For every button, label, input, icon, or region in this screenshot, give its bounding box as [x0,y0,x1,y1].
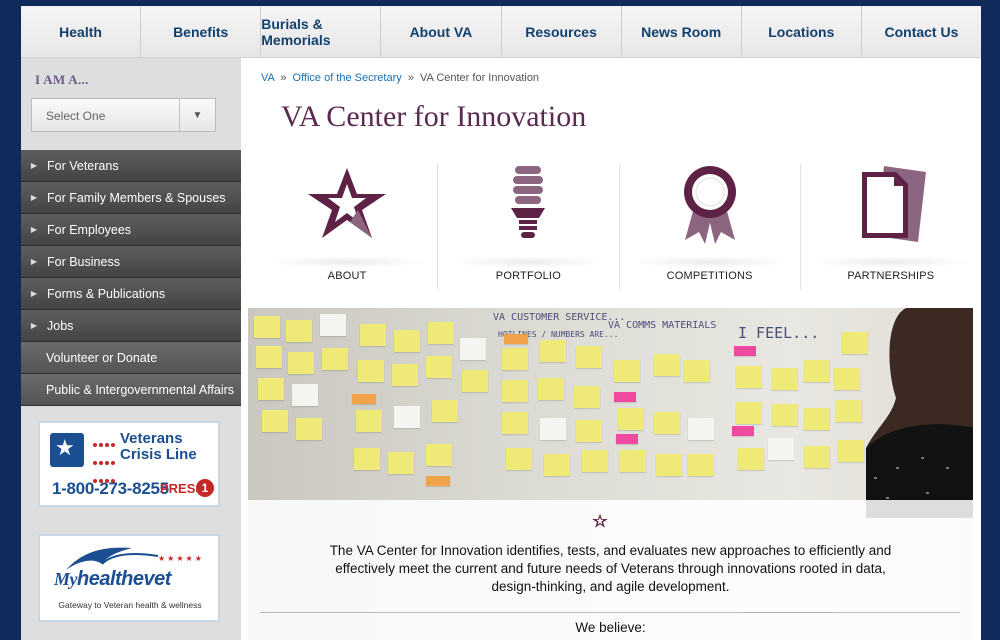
nav-resources[interactable]: Resources [502,6,622,57]
breadcrumb-office-secretary[interactable]: Office of the Secretary [293,72,402,84]
nav-burials-memorials[interactable]: Burials & Memorials [261,6,382,57]
star-icon [308,168,387,238]
sidebar: I AM A... Select One ▼ ▶ For Veterans ▶ … [21,58,241,640]
sidebar-item-label: For Family Members & Spouses [47,190,226,205]
hero-image: VA CUSTOMER SERVICE... VA COMMS MATERIAL… [248,308,973,640]
sidebar-item-family-members[interactable]: ▶ For Family Members & Spouses [21,182,241,214]
tile-label: PORTFOLIO [495,270,561,282]
page-title: VA Center for Innovation [281,100,587,133]
sidebar-item-label: For Business [47,254,120,269]
breadcrumb: VA » Office of the Secretary » VA Center… [261,72,539,84]
top-navigation: Health Benefits Burials & Memorials Abou… [21,6,981,58]
sidebar-item-label: For Veterans [47,158,119,173]
dropdown-arrow-icon[interactable]: ▼ [179,99,215,131]
mission-statement: The VA Center for Innovation identifies,… [329,543,892,594]
tile-competitions[interactable]: COMPETITIONS [620,164,801,290]
main-content: VA » Office of the Secretary » VA Center… [241,58,981,640]
crisis-line-flag-icon: ★ [50,433,84,467]
sidebar-item-label: Public & Intergovernmental Affairs [46,382,235,397]
breadcrumb-va[interactable]: VA [261,72,274,84]
select-value: Select One [46,109,106,123]
sidebar-item-volunteer-donate[interactable]: Volunteer or Donate [21,342,241,374]
crisis-line-press-number: 1 [196,479,214,497]
sidebar-item-label: Forms & Publications [47,286,166,301]
caret-right-icon: ▶ [30,225,38,234]
page: Health Benefits Burials & Memorials Abou… [21,6,981,640]
ribbon-award-icon [683,166,736,244]
nav-health[interactable]: Health [21,6,142,57]
small-star-icon [592,513,608,528]
myhealthevet-tagline: Gateway to Veteran health & wellness [58,600,202,610]
audience-select[interactable]: Select One ▼ [31,98,216,132]
veterans-crisis-line-banner[interactable]: ★ Veterans Crisis Line 1-800-273-8255 PR… [38,421,220,507]
breadcrumb-current: VA Center for Innovation [420,72,540,84]
sidebar-item-public-affairs[interactable]: Public & Intergovernmental Affairs [21,374,241,406]
mission-caption: The VA Center for Innovation identifies,… [248,500,973,640]
caret-right-icon: ▶ [30,289,38,298]
sidebar-item-jobs[interactable]: ▶ Jobs [21,310,241,342]
board-text: VA COMMS MATERIALS [608,320,717,331]
breadcrumb-separator: » [407,72,414,84]
nav-about-va[interactable]: About VA [381,6,502,57]
myhealthevet-logo: Myhealthevet [54,568,171,590]
crisis-line-title: Veterans Crisis Line [120,430,197,463]
stars-icon: ★★★★★ [158,554,204,563]
sidebar-item-for-employees[interactable]: ▶ For Employees [21,214,241,246]
tile-shadow [629,256,790,268]
sidebar-item-label: Volunteer or Donate [46,350,158,365]
tile-label: ABOUT [327,270,367,282]
lightbulb-icon [511,166,546,238]
nav-benefits[interactable]: Benefits [141,6,262,57]
i-am-a-label: I AM A... [35,72,89,87]
sidebar-menu: ▶ For Veterans ▶ For Family Members & Sp… [21,150,241,406]
board-text: I FEEL... [738,324,820,342]
caret-right-icon: ▶ [30,321,38,330]
we-believe-heading: We believe: [575,620,646,635]
tile-label: PARTNERSHIPS [847,270,935,282]
nav-locations[interactable]: Locations [742,6,862,57]
tile-shadow [448,256,609,268]
caret-right-icon: ▶ [30,161,38,170]
sidebar-item-label: Jobs [47,318,74,333]
tile-about[interactable]: ABOUT [257,164,439,290]
board-text: VA CUSTOMER SERVICE... [493,312,626,323]
tile-shadow [267,256,428,268]
person-silhouette [866,308,973,518]
tile-label: COMPETITIONS [666,270,753,282]
nav-news-room[interactable]: News Room [622,6,742,57]
tile-portfolio[interactable]: PORTFOLIO [438,164,620,290]
nav-contact-us[interactable]: Contact Us [862,6,981,57]
sidebar-item-label: For Employees [47,222,132,237]
sidebar-item-for-veterans[interactable]: ▶ For Veterans [21,150,241,182]
sidebar-item-forms-publications[interactable]: ▶ Forms & Publications [21,278,241,310]
feature-tiles: ABOUT PORTFOLIO COMPETITIONS PARTNERSHIP… [257,164,981,290]
divider [260,612,960,613]
myhealthevet-banner[interactable]: ★★★★★ Myhealthevet Gateway to Veteran he… [38,534,220,622]
crisis-line-phone: 1-800-273-8255 [52,479,169,498]
sidebar-item-for-business[interactable]: ▶ For Business [21,246,241,278]
documents-icon [861,166,926,242]
caret-right-icon: ▶ [30,257,38,266]
caret-right-icon: ▶ [30,193,38,202]
breadcrumb-separator: » [280,72,287,84]
tile-shadow [810,256,971,268]
crisis-line-dots [92,435,118,483]
tile-partnerships[interactable]: PARTNERSHIPS [801,164,981,290]
